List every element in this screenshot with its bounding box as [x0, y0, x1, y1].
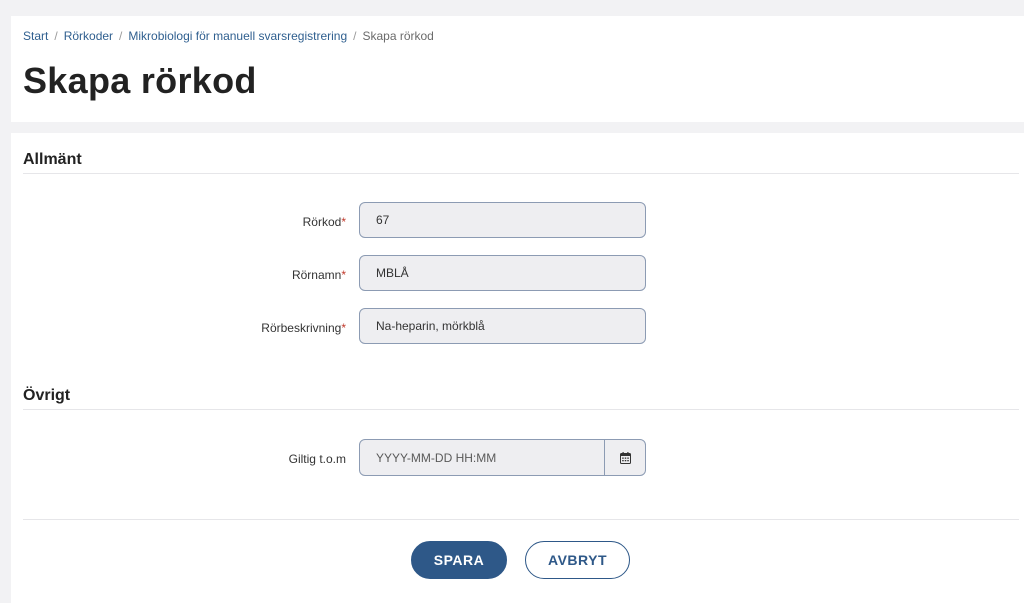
required-marker: * [341, 321, 346, 335]
breadcrumb-link-tube-codes[interactable]: Rörkoder [64, 29, 113, 43]
tube-description-input[interactable] [359, 308, 646, 344]
valid-until-date-picker [359, 439, 646, 476]
tube-name-label: Rörnamn* [291, 268, 346, 282]
cancel-button[interactable]: AVBRYT [525, 541, 630, 579]
breadcrumb-link-microbiology[interactable]: Mikrobiologi för manuell svarsregistreri… [128, 29, 347, 43]
breadcrumb-link-start[interactable]: Start [23, 29, 48, 43]
save-button[interactable]: SPARA [411, 541, 507, 579]
required-marker: * [341, 268, 346, 282]
calendar-button[interactable] [604, 440, 645, 475]
header-card: Start / Rörkoder / Mikrobiologi för manuell … [11, 16, 1024, 122]
tube-name-input[interactable] [359, 255, 646, 291]
section-title-other: Övrigt [23, 387, 71, 404]
calendar-icon [619, 451, 631, 464]
form-card: Allmänt Rörkod* Rörnamn* Rörbeskrivning*… [11, 133, 1024, 603]
section-title-general: Allmänt [23, 151, 82, 168]
breadcrumb-separator: / [54, 29, 58, 43]
valid-until-input[interactable] [360, 440, 604, 475]
section-divider [23, 409, 1019, 410]
page-title: Skapa rörkod [23, 60, 257, 101]
valid-until-label: Giltig t.o.m [288, 452, 346, 466]
tube-code-input[interactable] [359, 202, 646, 238]
breadcrumb-separator: / [119, 29, 123, 43]
section-divider [23, 173, 1019, 174]
required-marker: * [341, 215, 346, 229]
breadcrumb-separator: / [353, 29, 357, 43]
tube-code-label: Rörkod* [302, 215, 346, 229]
tube-description-label: Rörbeskrivning* [261, 321, 346, 335]
breadcrumb: Start / Rörkoder / Mikrobiologi för manuell … [23, 29, 434, 43]
actions-divider [23, 519, 1019, 520]
breadcrumb-current: Skapa rörkod [362, 29, 434, 43]
